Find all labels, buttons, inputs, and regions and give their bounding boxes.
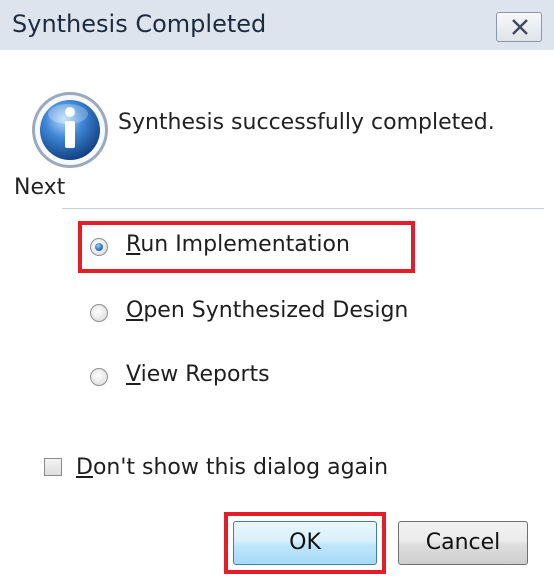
dialog-title: Synthesis Completed: [12, 10, 267, 38]
dialog-titlebar: Synthesis Completed: [0, 0, 554, 50]
close-icon: [512, 19, 528, 35]
highlight-run-implementation: [78, 221, 415, 273]
status-message: Synthesis successfully completed.: [118, 110, 495, 135]
next-section-label: Next: [14, 175, 66, 200]
highlight-ok-button: [224, 512, 386, 574]
dont-show-label[interactable]: Don't show this dialog again: [76, 455, 388, 480]
radio-label-open-synthesized-design: Open Synthesized Design: [126, 298, 409, 323]
section-separator: [62, 208, 544, 209]
radio-label-view-reports: View Reports: [126, 362, 270, 387]
info-icon: [32, 92, 108, 168]
cancel-button[interactable]: Cancel: [398, 521, 528, 565]
close-button[interactable]: [496, 12, 542, 42]
radio-button[interactable]: [90, 368, 108, 386]
radio-button[interactable]: [90, 304, 108, 322]
dont-show-checkbox[interactable]: [44, 458, 62, 476]
